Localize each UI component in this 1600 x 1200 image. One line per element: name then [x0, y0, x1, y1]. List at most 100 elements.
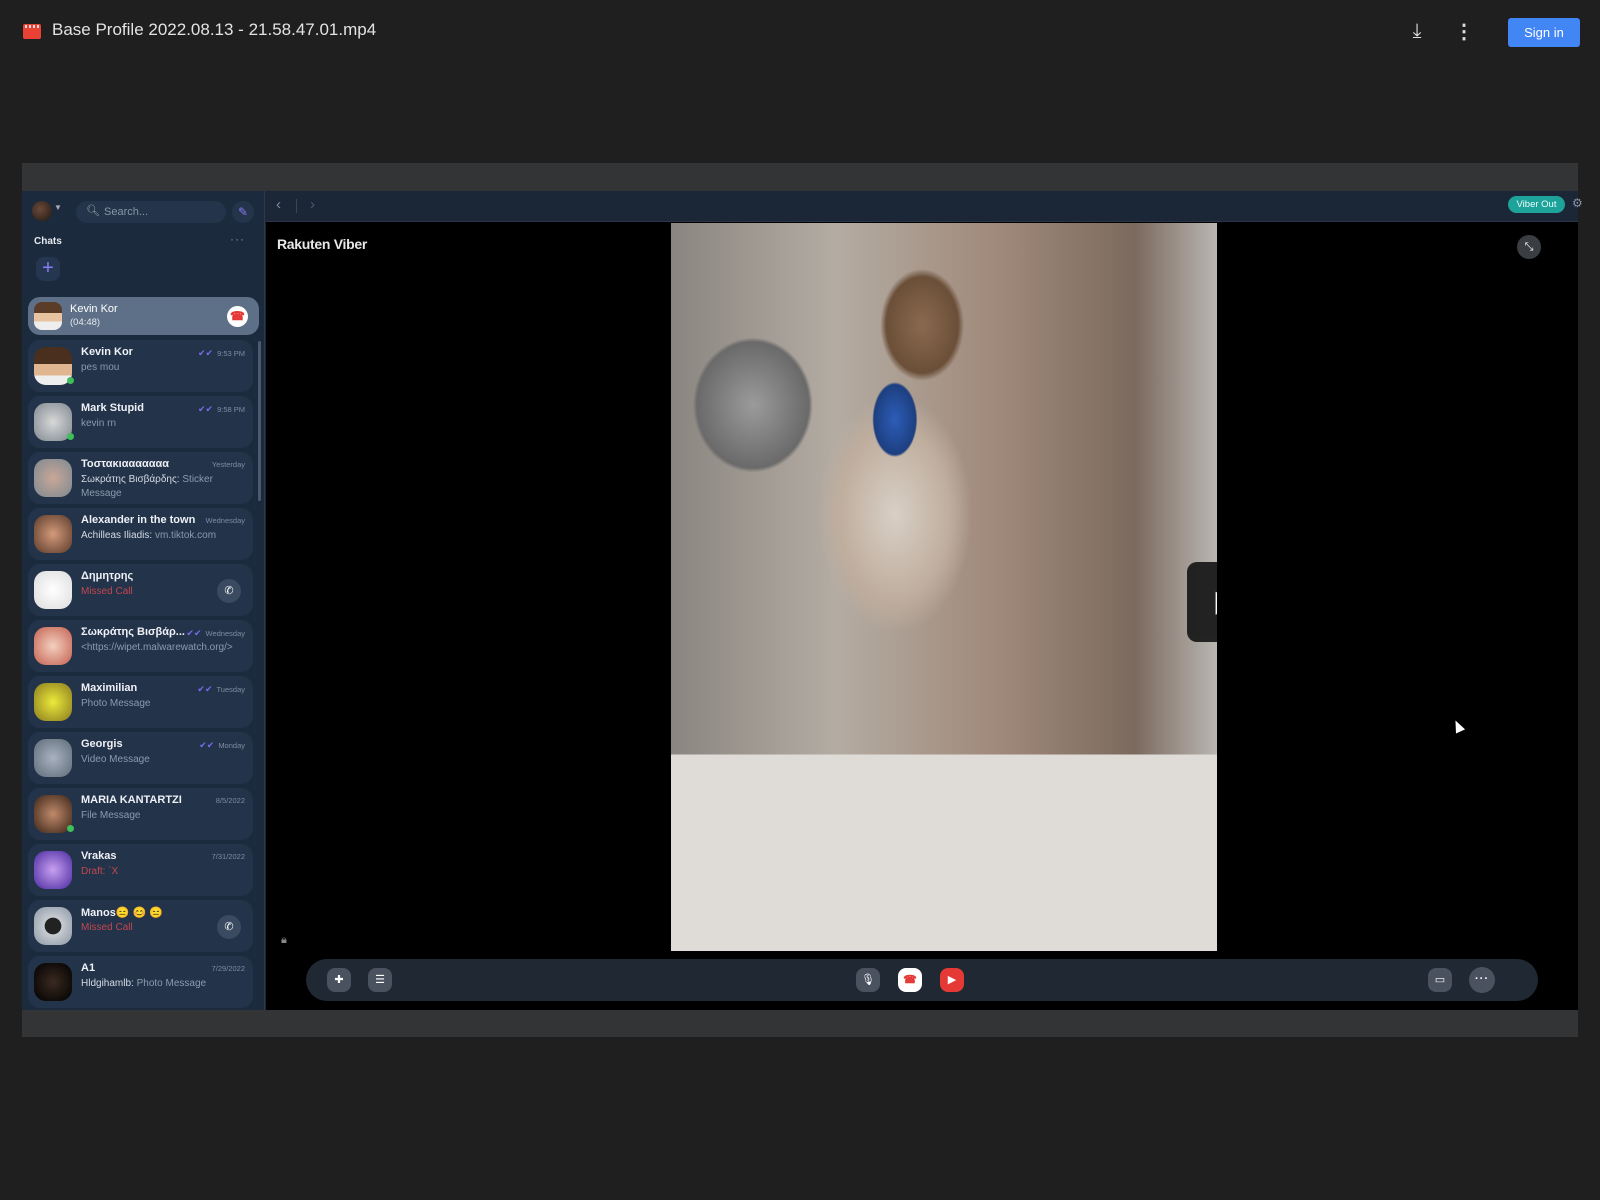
- chat-preview: Video Message: [81, 753, 246, 767]
- chats-heading: Chats: [34, 236, 62, 247]
- gear-icon[interactable]: ⚙: [1572, 196, 1583, 210]
- viewer-header: Base Profile 2022.08.13 - 21.58.47.01.mp…: [0, 0, 1600, 64]
- avatar: [34, 459, 72, 497]
- back-icon[interactable]: ‹: [276, 196, 281, 213]
- avatar: [34, 302, 62, 330]
- avatar: [34, 963, 72, 1001]
- chat-time: ✔✔ 9:58 PM: [198, 404, 245, 415]
- more-options-icon[interactable]: ···: [1469, 967, 1495, 993]
- hang-up-icon[interactable]: ☎: [227, 306, 248, 327]
- new-chat-button[interactable]: +: [36, 257, 60, 281]
- minimize-icon[interactable]: ⤡: [1517, 235, 1541, 259]
- chat-time: 7/29/2022: [212, 964, 245, 973]
- call-back-icon[interactable]: ✆: [217, 579, 241, 603]
- viber-app: ▼ 🔍︎ ✎ Chats ··· + Kevin Kor (04:48) ☎ K…: [22, 191, 1583, 1010]
- chat-name: Georgis: [81, 738, 123, 750]
- chat-list-item[interactable]: Δημητρης Missed Call ✆: [28, 564, 253, 616]
- lock-icon: 🔒︎: [281, 934, 287, 946]
- online-indicator: [67, 377, 74, 384]
- forward-icon[interactable]: ›: [310, 196, 315, 213]
- chat-preview: <https://wipet.malwarewatch.org/>: [81, 641, 246, 655]
- download-icon[interactable]: ⤓: [1405, 20, 1429, 44]
- preview-text: Photo Message: [136, 978, 207, 989]
- chat-time: ✔✔ Wednesday: [186, 628, 245, 639]
- video-file-icon: [23, 24, 41, 39]
- chat-list-item[interactable]: Σωκράτης Βισβάρ... <https://wipet.malware…: [28, 620, 253, 672]
- sign-in-button[interactable]: Sign in: [1508, 18, 1580, 47]
- sender: Σωκράτης Βισβάρδης:: [81, 474, 180, 485]
- preview-text: pes mou: [81, 362, 120, 373]
- chat-list-item[interactable]: Alexander in the town Achilleas Iliadis: …: [28, 508, 253, 560]
- more-horiz-icon[interactable]: ···: [230, 232, 245, 246]
- chat-list-item[interactable]: MARIA KANTARTZI File Message 8/5/2022: [28, 788, 253, 840]
- preview-text: vm.tiktok.com: [154, 530, 217, 541]
- chat-time: ✔✔ Monday: [199, 740, 245, 751]
- chat-name: Alexander in the town: [81, 514, 196, 526]
- play-button[interactable]: ▶: [1187, 562, 1217, 642]
- screen-share-icon[interactable]: ▭: [1428, 968, 1452, 992]
- chat-time: 7/31/2022: [212, 852, 245, 861]
- mouse-cursor: [1450, 718, 1466, 734]
- chat-name: Kevin Kor: [81, 346, 133, 358]
- search-icon: 🔍︎: [86, 205, 100, 217]
- time-text: 7/29/2022: [211, 964, 245, 973]
- chat-sidebar: ▼ 🔍︎ ✎ Chats ··· + Kevin Kor (04:48) ☎ K…: [22, 191, 265, 1010]
- avatar: [34, 683, 72, 721]
- compose-icon[interactable]: ✎: [232, 201, 254, 223]
- chat-list-item[interactable]: Maximilian Photo Message ✔✔ Tuesday: [28, 676, 253, 728]
- chat-name: Maximilian: [81, 682, 138, 694]
- preview-text: Missed Call: [81, 922, 133, 933]
- chat-list-item[interactable]: Vrakas Draft: `X 7/31/2022: [28, 844, 253, 896]
- profile-avatar[interactable]: [32, 201, 52, 221]
- sender: Hldgihamlb:: [81, 978, 134, 989]
- end-call-icon[interactable]: ☎: [898, 968, 922, 992]
- chat-icon[interactable]: ☰: [368, 968, 392, 992]
- time-text: 9:58 PM: [217, 405, 245, 414]
- caller-name: Kevin Kor: [70, 303, 118, 315]
- chat-list: Kevin Kor pes mou ✔✔ 9:53 PM Mark Stupid kevi…: [28, 340, 253, 1012]
- microphone-icon[interactable]: 🎙︎: [856, 968, 880, 992]
- sender: Achilleas Iliadis:: [81, 530, 153, 541]
- chat-preview: pes mou: [81, 361, 246, 375]
- chat-name: Τοστακιααααααα: [81, 458, 170, 470]
- video-frame: ▼ 🔍︎ ✎ Chats ··· + Kevin Kor (04:48) ☎ K…: [22, 163, 1583, 1037]
- scrollbar[interactable]: [258, 341, 261, 501]
- chat-time: ✔✔ Tuesday: [197, 684, 245, 695]
- preview-text: Photo Message: [81, 698, 151, 709]
- chat-list-item[interactable]: Τοστακιααααααα Σωκράτης Βισβάρδης: Sticke…: [28, 452, 253, 504]
- chat-list-item[interactable]: Georgis Video Message ✔✔ Monday: [28, 732, 253, 784]
- preview-text: File Message: [81, 810, 141, 821]
- chat-time: Wednesday: [206, 516, 245, 525]
- chat-preview: kevin rn: [81, 417, 246, 431]
- chat-list-item[interactable]: Manos😑 😊 😑 Missed Call ✆: [28, 900, 253, 952]
- active-call-item[interactable]: Kevin Kor (04:48) ☎: [28, 297, 259, 335]
- time-text: Yesterday: [211, 460, 245, 469]
- chat-list-item[interactable]: Mark Stupid kevin rn ✔✔ 9:58 PM: [28, 396, 253, 448]
- video-off-icon[interactable]: ▶: [940, 968, 964, 992]
- avatar: [34, 515, 72, 553]
- time-text: Tuesday: [216, 685, 246, 694]
- chat-name: Manos😑 😊 😑: [81, 907, 164, 919]
- video-stage: Rakuten Viber ⤡ ▶ 🔒︎ ✚ ☰ 🎙︎ ☎ ▶ ▭ ···: [266, 222, 1578, 1010]
- call-view: ‹ › Viber Out ⚙ Rakuten Viber ⤡ ▶ 🔒︎ ✚ ☰…: [266, 191, 1583, 1010]
- chat-list-item[interactable]: Kevin Kor pes mou ✔✔ 9:53 PM: [28, 340, 253, 392]
- file-title: Base Profile 2022.08.13 - 21.58.47.01.mp…: [52, 20, 377, 39]
- more-vert-icon[interactable]: ⋮: [1452, 20, 1476, 44]
- divider: [296, 199, 297, 213]
- chat-list-item[interactable]: A1 Hldgihamlb: Photo Message 7/29/2022: [28, 956, 253, 1008]
- chat-preview: Hldgihamlb: Photo Message: [81, 977, 246, 991]
- time-text: Monday: [218, 741, 245, 750]
- viber-out-button[interactable]: Viber Out: [1508, 196, 1565, 213]
- chat-preview: File Message: [81, 809, 246, 823]
- call-back-icon[interactable]: ✆: [217, 915, 241, 939]
- add-participant-icon[interactable]: ✚: [327, 968, 351, 992]
- preview-text: Missed Call: [81, 586, 133, 597]
- chevron-down-icon[interactable]: ▼: [54, 203, 62, 212]
- preview-text: Video Message: [81, 754, 150, 765]
- time-text: Wednesday: [205, 516, 245, 525]
- call-toolbar: ✚ ☰ 🎙︎ ☎ ▶ ▭ ···: [306, 959, 1538, 1001]
- call-header: ‹ › Viber Out ⚙: [266, 191, 1583, 222]
- chat-name: Vrakas: [81, 850, 117, 862]
- chat-name: Σωκράτης Βισβάρ...: [81, 626, 185, 638]
- read-check-icon: ✔✔: [197, 348, 214, 358]
